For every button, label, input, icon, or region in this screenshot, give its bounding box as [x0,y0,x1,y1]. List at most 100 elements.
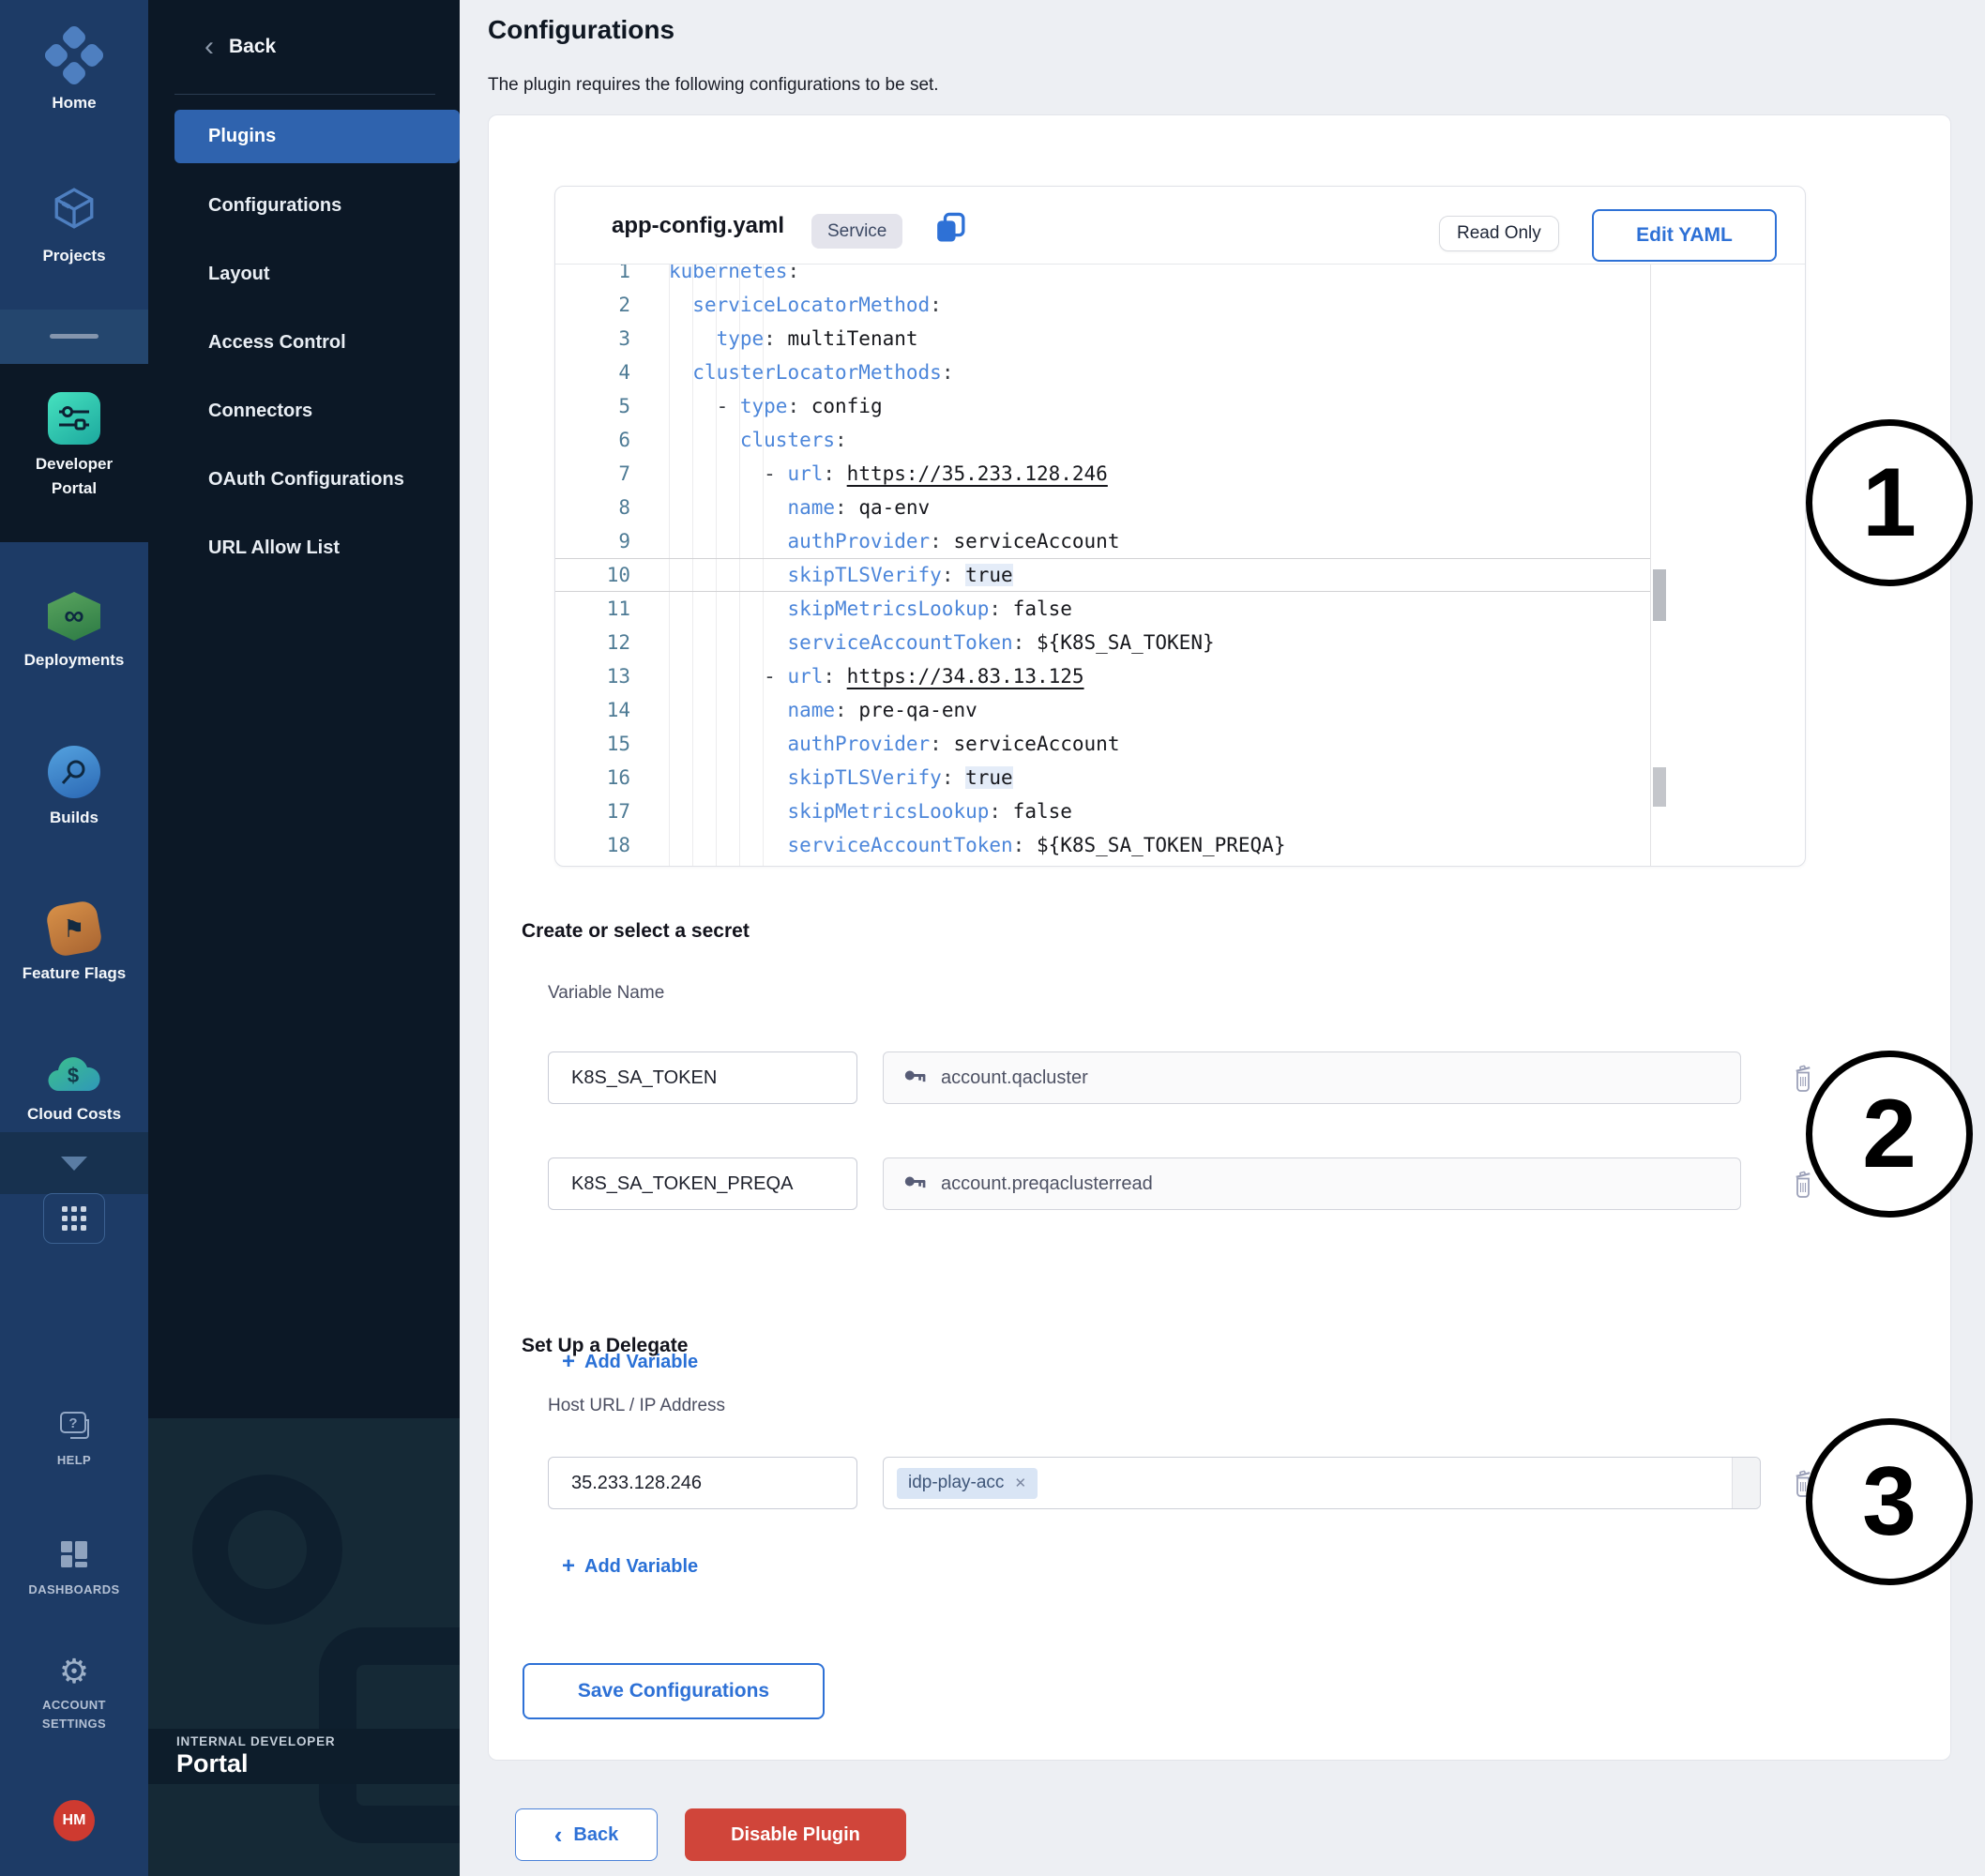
back-button[interactable]: ‹ Back [515,1808,658,1861]
add-delegate-variable-button[interactable]: + Add Variable [562,1553,698,1580]
sidebar-nav-item[interactable]: Access Control [148,309,460,377]
scrollbar-thumb[interactable] [1653,767,1666,807]
line-number: 9 [555,530,630,552]
sidebar-item-dashboards[interactable]: DASHBOARDS [0,1538,148,1599]
sidebar-item-deployments[interactable]: ∞ Deployments [0,592,148,673]
save-configurations-button[interactable]: Save Configurations [523,1663,825,1719]
yaml-value: https://35.233.128.246 [847,462,1108,485]
yaml-value: serviceAccount [953,530,1119,552]
code-line: 13 - url : https://34.83.13.125 [555,659,1805,693]
code-line: 14 name : pre-qa-env [555,693,1805,727]
sidebar-item-developer-portal[interactable]: Developer Portal [0,392,148,502]
variable-name-input[interactable]: K8S_SA_TOKEN [548,1051,857,1104]
code-line: 8 name : qa-env [555,491,1805,524]
secret-row: K8S_SA_TOKEN_PREQA account.preqaclusterr… [548,1157,1880,1210]
sidebar-item-help[interactable]: ? HELP [0,1409,148,1470]
collapse-handle[interactable] [50,334,98,339]
yaml-key: authProvider [787,530,930,552]
sidebar-item-label: OAuth Configurations [208,469,404,491]
line-number: 17 [555,800,630,823]
sidebar-item-label: Feature Flags [0,961,148,986]
secret-select-value: account.qacluster [941,1067,1088,1089]
variable-name-label: Variable Name [548,983,664,1004]
code-line: 11 skipMetricsLookup : false [555,592,1805,626]
delegate-select[interactable]: idp-play-acc ✕ [883,1457,1761,1509]
apps-grid-icon [62,1206,86,1231]
yaml-key: skipTLSVerify [787,766,941,789]
annotation-circle-1: 1 [1806,419,1973,586]
code-line: 17 skipMetricsLookup : false [555,794,1805,828]
annotation-circle-3: 3 [1806,1418,1973,1585]
scrollbar-thumb[interactable] [1653,569,1666,621]
variable-name-input[interactable]: K8S_SA_TOKEN_PREQA [548,1157,857,1210]
delete-variable-button[interactable] [1791,1169,1815,1199]
plugin-sidebar: ‹ Back Plugins Configurations Layout Acc… [148,0,460,1876]
sidebar-nav-item[interactable]: OAuth Configurations [148,446,460,514]
gear-icon: ⚙ [0,1655,148,1688]
sidebar-nav-list: Configurations Layout Access Control Con… [148,172,460,582]
secret-row: K8S_SA_TOKEN account.qacluster [548,1051,1880,1104]
dashboards-icon [0,1538,148,1575]
sidebar-nav-item[interactable]: Connectors [148,377,460,446]
user-avatar[interactable]: HM [53,1800,95,1841]
builds-icon [48,746,100,798]
module-rail: Home Projects Developer Portal [0,0,148,1876]
yaml-value: true [965,564,1013,586]
secret-select[interactable]: account.preqaclusterread [883,1157,1741,1210]
sidebar-item-builds[interactable]: Builds [0,746,148,830]
line-number: 11 [555,598,630,620]
footer-kicker: INTERNAL DEVELOPER [176,1734,335,1748]
remove-tag-button close-icon[interactable]: ✕ [1014,1475,1026,1491]
sidebar-item-home[interactable]: Home [0,29,148,115]
yaml-value: ${K8S_SA_TOKEN_PREQA} [1037,834,1286,856]
line-number: 4 [555,361,630,384]
sidebar-item-projects[interactable]: Projects [0,185,148,268]
sidebar-item-account-settings[interactable]: ⚙ ACCOUNT SETTINGS [0,1655,148,1733]
secret-select[interactable]: account.qacluster [883,1051,1741,1104]
sidebar-item-plugins[interactable]: Plugins [174,110,460,163]
line-number: 1 [555,265,630,282]
sidebar-item-label: URL Allow List [208,537,340,559]
code-line: 2 serviceLocatorMethod : [555,288,1805,322]
yaml-key: name [787,699,835,721]
sidebar-item-label: Deployments [0,648,148,673]
yaml-key: kubernetes [669,265,787,282]
decorative-ring [192,1475,342,1625]
sidebar-item-cloud-costs[interactable]: $ Cloud Costs [0,1053,148,1127]
delegate-row: 35.233.128.246 idp-play-acc ✕ [548,1457,1880,1509]
edit-yaml-button[interactable]: Edit YAML [1592,209,1777,262]
delete-variable-button[interactable] [1791,1063,1815,1093]
yaml-key: serviceAccountToken [787,631,1012,654]
sidebar-item-label: Access Control [208,332,346,354]
yaml-value: ${K8S_SA_TOKEN} [1037,631,1215,654]
yaml-filename: app-config.yaml [612,213,784,239]
code-line: 16 skipTLSVerify : true [555,761,1805,794]
host-url-input[interactable]: 35.233.128.246 [548,1457,857,1509]
yaml-value: true [965,766,1013,789]
code-line: 6 clusters : [555,423,1805,457]
sidebar-nav-item[interactable]: URL Allow List [148,514,460,582]
service-badge: Service [811,214,902,249]
chevron-left-icon: ‹ [205,33,214,61]
sidebar-nav-item[interactable]: Configurations [148,172,460,240]
module-picker-button[interactable] [43,1193,105,1244]
yaml-key: skipMetricsLookup [787,598,989,620]
secrets-heading: Create or select a secret [522,920,750,943]
sidebar-item-feature-flags[interactable]: ⚑ Feature Flags [0,903,148,986]
rail-expand-chevron[interactable] [0,1157,148,1171]
yaml-value: multiTenant [787,327,917,350]
sidebar-footer: INTERNAL DEVELOPER Portal [148,1729,460,1784]
copy-icon[interactable] [933,211,967,245]
sidebar-item-label: Builds [0,806,148,830]
line-number: 5 [555,395,630,417]
sidebar-item-label: ACCOUNT SETTINGS [0,1696,148,1733]
disable-plugin-button[interactable]: Disable Plugin [685,1808,906,1861]
host-url-label: Host URL / IP Address [548,1396,725,1416]
yaml-key: authProvider [787,733,930,755]
back-nav-button[interactable]: ‹ Back [148,26,460,68]
yaml-value: serviceAccount [953,733,1119,755]
line-number: 10 [555,564,630,586]
yaml-key: url [787,462,823,485]
yaml-code-lines: 1 kubernetes : 2 serviceLocatorMethod : [555,265,1805,862]
sidebar-nav-item[interactable]: Layout [148,240,460,309]
